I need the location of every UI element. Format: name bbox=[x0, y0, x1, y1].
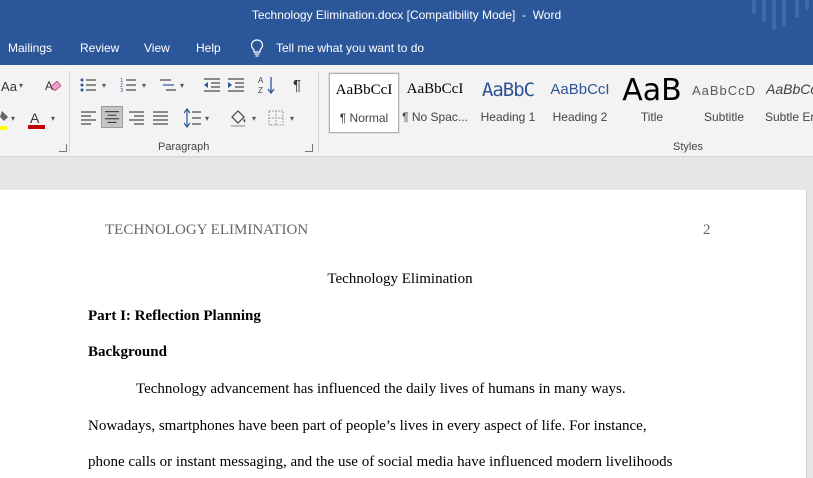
document-name: Technology Elimination.docx bbox=[251, 8, 404, 22]
compatibility-mode: [Compatibility Mode] bbox=[406, 8, 516, 22]
borders-icon[interactable] bbox=[268, 110, 284, 126]
group-separator bbox=[69, 71, 70, 153]
shading-icon[interactable] bbox=[229, 108, 249, 128]
style-sample: AaBbC bbox=[481, 79, 535, 101]
chevron-down-icon[interactable]: ▾ bbox=[205, 114, 209, 123]
title-bar: Technology Elimination.docx [Compatibili… bbox=[0, 0, 813, 32]
title-decoration bbox=[795, 0, 799, 18]
tab-help[interactable]: Help bbox=[196, 41, 221, 55]
style-title[interactable]: AaB Title bbox=[617, 73, 687, 133]
tab-view[interactable]: View bbox=[144, 41, 170, 55]
ribbon-tabs: Mailings Review View Help Tell me what y… bbox=[0, 32, 813, 65]
svg-text:A: A bbox=[258, 76, 264, 85]
title-decoration bbox=[762, 0, 766, 22]
align-center-icon bbox=[104, 111, 120, 123]
tell-me-search[interactable]: Tell me what you want to do bbox=[276, 41, 424, 55]
window-title: Technology Elimination.docx [Compatibili… bbox=[0, 8, 813, 22]
group-separator bbox=[318, 71, 319, 153]
align-center-button[interactable] bbox=[101, 106, 123, 128]
justify-icon[interactable] bbox=[152, 110, 170, 126]
style-subtle-emphasis[interactable]: AaBbCcI Subtle Em bbox=[761, 73, 813, 133]
style-name: Heading 2 bbox=[552, 110, 608, 124]
style-name: Title bbox=[640, 110, 664, 124]
title-decoration bbox=[752, 0, 756, 14]
styles-group-label: Styles bbox=[673, 141, 703, 153]
chevron-down-icon[interactable]: ▾ bbox=[51, 114, 55, 123]
style-normal[interactable]: AaBbCcI ¶ Normal bbox=[328, 72, 400, 134]
numbering-icon[interactable]: 1 2 3 bbox=[120, 77, 138, 93]
paragraph-line: phone calls or instant messaging, and th… bbox=[88, 454, 673, 470]
page-number: 2 bbox=[703, 222, 711, 238]
title-decoration bbox=[805, 0, 809, 10]
font-color-icon[interactable]: A bbox=[27, 110, 47, 130]
style-name: ¶ Normal bbox=[339, 111, 389, 125]
chevron-down-icon[interactable]: ▾ bbox=[102, 81, 106, 90]
style-name: Subtle Em bbox=[765, 110, 813, 124]
sort-icon[interactable]: A Z bbox=[258, 75, 276, 95]
paragraph-line: Technology advancement has influenced th… bbox=[136, 381, 626, 397]
style-sample: AaBbCcI bbox=[335, 82, 393, 98]
style-subtitle[interactable]: AaBbCcD Subtitle bbox=[689, 73, 759, 133]
increase-indent-icon[interactable] bbox=[227, 77, 245, 93]
decrease-indent-icon[interactable] bbox=[203, 77, 221, 93]
document-page[interactable]: TECHNOLOGY ELIMINATION 2 Technology Elim… bbox=[0, 190, 807, 478]
chevron-down-icon[interactable]: ▾ bbox=[142, 81, 146, 90]
title-decoration bbox=[782, 0, 786, 26]
style-sample: AaBbCcI bbox=[406, 81, 464, 97]
highlighter-icon[interactable] bbox=[0, 109, 10, 133]
paragraph-line: Nowadays, smartphones have been part of … bbox=[88, 418, 647, 434]
style-name: Subtitle bbox=[703, 110, 745, 124]
align-right-icon[interactable] bbox=[128, 110, 146, 126]
chevron-down-icon[interactable]: ▾ bbox=[19, 81, 23, 90]
style-name: ¶ No Spac... bbox=[402, 110, 468, 124]
chevron-down-icon[interactable]: ▾ bbox=[252, 114, 256, 123]
font-dialog-launcher[interactable] bbox=[59, 144, 67, 152]
eraser-icon[interactable]: A bbox=[44, 77, 62, 95]
chevron-down-icon[interactable]: ▾ bbox=[180, 81, 184, 90]
style-heading-2[interactable]: AaBbCcI Heading 2 bbox=[545, 73, 615, 133]
bullets-icon[interactable] bbox=[80, 77, 98, 93]
style-sample: AaB bbox=[622, 73, 682, 108]
change-case-label: Aa bbox=[1, 78, 17, 94]
align-left-icon[interactable] bbox=[80, 110, 98, 126]
pilcrow-icon[interactable]: ¶ bbox=[286, 74, 308, 96]
change-case-button[interactable]: Aa bbox=[0, 75, 18, 97]
tab-mailings[interactable]: Mailings bbox=[8, 41, 52, 55]
multilevel-list-icon[interactable] bbox=[159, 77, 177, 93]
heading-part-one: Part I: Reflection Planning bbox=[88, 308, 261, 324]
style-name: Heading 1 bbox=[480, 110, 536, 124]
svg-text:A: A bbox=[30, 110, 40, 126]
svg-text:3: 3 bbox=[120, 88, 123, 93]
chevron-down-icon[interactable]: ▾ bbox=[290, 114, 294, 123]
page-header-title: TECHNOLOGY ELIMINATION bbox=[105, 222, 309, 238]
paragraph-group-label: Paragraph bbox=[158, 141, 210, 153]
ruler-strip bbox=[0, 157, 813, 190]
ribbon: Aa ▾ A ▾ A ▾ ▾ 1 2 3 ▾ ▾ A Z ¶ ▾ ▾ ▾ Par… bbox=[0, 65, 813, 157]
style-no-spacing[interactable]: AaBbCcI ¶ No Spac... bbox=[400, 73, 470, 133]
style-sample: AaBbCcD bbox=[691, 83, 757, 98]
heading-background: Background bbox=[88, 344, 167, 360]
style-sample: AaBbCcI bbox=[766, 81, 813, 97]
title-decoration bbox=[772, 0, 776, 30]
paragraph-dialog-launcher[interactable] bbox=[305, 144, 313, 152]
app-name: Word bbox=[532, 8, 562, 22]
style-heading-1[interactable]: AaBbC Heading 1 bbox=[473, 73, 543, 133]
chevron-down-icon[interactable]: ▾ bbox=[11, 114, 15, 123]
line-spacing-icon[interactable] bbox=[184, 108, 202, 128]
document-title: Technology Elimination bbox=[327, 271, 473, 287]
tab-review[interactable]: Review bbox=[80, 41, 119, 55]
svg-text:Z: Z bbox=[258, 86, 263, 95]
lightbulb-icon[interactable] bbox=[250, 39, 264, 57]
style-sample: AaBbCcI bbox=[550, 81, 610, 98]
